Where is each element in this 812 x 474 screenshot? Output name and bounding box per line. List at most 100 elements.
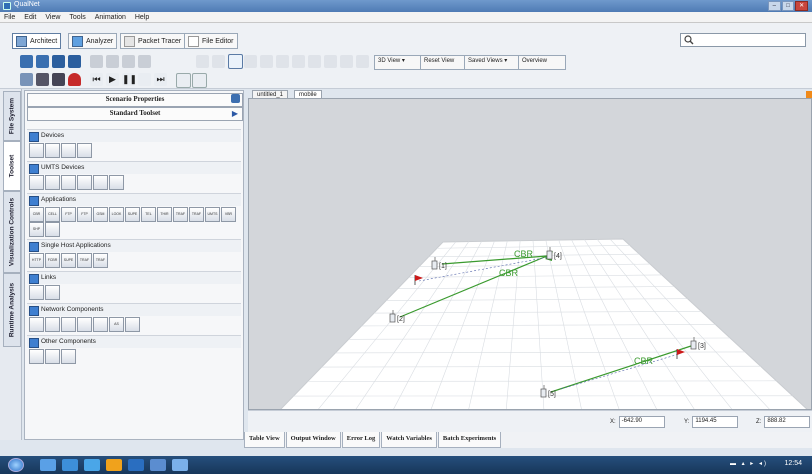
file-editor-mode-button[interactable]: File Editor bbox=[184, 33, 238, 49]
pause-icon[interactable]: ❚❚ bbox=[122, 73, 137, 86]
tool-icon[interactable] bbox=[109, 175, 124, 190]
tab-table-view[interactable]: Table View bbox=[244, 432, 285, 448]
tool-icon[interactable] bbox=[29, 175, 44, 190]
section-header[interactable]: Network Components bbox=[27, 303, 241, 316]
architect-mode-button[interactable]: Architect bbox=[12, 33, 62, 49]
tool-icon[interactable] bbox=[29, 317, 44, 332]
taskbar-firefox-icon[interactable] bbox=[106, 459, 122, 471]
tool-icon[interactable]: SUPE APP bbox=[61, 253, 76, 268]
collapse-section-icon[interactable] bbox=[29, 164, 39, 174]
tool-icon[interactable] bbox=[125, 317, 140, 332]
tool-icon[interactable] bbox=[29, 285, 44, 300]
person-icon[interactable] bbox=[68, 73, 81, 86]
collapse-section-icon[interactable] bbox=[29, 306, 39, 316]
tool-icon[interactable] bbox=[77, 143, 92, 158]
tool-icon[interactable] bbox=[29, 349, 44, 364]
y-value[interactable]: 1194.45 bbox=[692, 415, 739, 428]
collapse-icon[interactable] bbox=[231, 94, 240, 103]
menu-file[interactable]: File bbox=[4, 14, 15, 21]
taskbar-browser-icon[interactable] bbox=[84, 459, 100, 471]
scenario-properties-header[interactable]: Scenario Properties bbox=[27, 93, 243, 107]
copy-icon[interactable] bbox=[106, 55, 119, 68]
tool-icon[interactable] bbox=[77, 317, 92, 332]
device-icon[interactable] bbox=[20, 73, 33, 86]
expand-arrow-icon[interactable]: ▶ bbox=[232, 109, 238, 118]
section-header[interactable]: Applications bbox=[27, 193, 241, 206]
section-header[interactable]: Devices bbox=[27, 129, 241, 142]
tool-icon[interactable]: SUPE APP bbox=[125, 207, 140, 222]
close-icon[interactable]: ✕ bbox=[795, 1, 809, 11]
tool-icon[interactable]: TEL NET bbox=[141, 207, 156, 222]
tool-icon[interactable]: TRAF GEN bbox=[173, 207, 188, 222]
section-header[interactable]: Links bbox=[27, 271, 241, 284]
lasso-icon[interactable] bbox=[212, 55, 225, 68]
analyzer-mode-button[interactable]: Analyzer bbox=[68, 33, 118, 49]
start-icon[interactable] bbox=[8, 458, 24, 472]
tool-icon[interactable]: THIR ADD bbox=[157, 207, 172, 222]
stats-icon[interactable] bbox=[192, 73, 207, 88]
tab-batch-experiments[interactable]: Batch Experiments bbox=[437, 432, 502, 448]
tool-icon[interactable] bbox=[45, 317, 60, 332]
skip-back-icon[interactable]: ⏮ bbox=[90, 73, 103, 86]
open-icon[interactable] bbox=[36, 55, 49, 68]
cluster-icon[interactable] bbox=[36, 73, 49, 86]
menu-tools[interactable]: Tools bbox=[69, 14, 85, 21]
scenario-canvas[interactable]: CBR CBR CBR [1] [2] [3] [4] [5] bbox=[248, 98, 812, 410]
tool-icon[interactable]: CBR bbox=[29, 207, 44, 222]
tab-watch-variables[interactable]: Watch Variables bbox=[381, 432, 437, 448]
taskbar-app-icon[interactable] bbox=[128, 459, 144, 471]
tool-icon[interactable] bbox=[93, 317, 108, 332]
tool-icon[interactable] bbox=[77, 175, 92, 190]
tool-icon[interactable]: TRAF GEN bbox=[77, 253, 92, 268]
scene-3d[interactable]: CBR CBR CBR [1] [2] [3] [4] [5] bbox=[249, 99, 812, 410]
x-value[interactable]: -642.90 bbox=[618, 415, 665, 428]
tool-icon[interactable] bbox=[93, 175, 108, 190]
camera-icon[interactable] bbox=[356, 55, 369, 68]
zoom-out-icon[interactable] bbox=[276, 55, 289, 68]
section-header[interactable]: Other Components bbox=[27, 335, 241, 348]
tool-icon[interactable]: LOOK UP bbox=[109, 207, 124, 222]
taskbar-explorer-icon[interactable] bbox=[40, 459, 56, 471]
search-input[interactable] bbox=[680, 33, 806, 47]
tool-icon[interactable]: TRAF TRC bbox=[93, 253, 108, 268]
zoom-region-icon[interactable] bbox=[292, 55, 305, 68]
tool-icon[interactable]: TRAF TRC bbox=[189, 207, 204, 222]
paste-icon[interactable] bbox=[122, 55, 135, 68]
3d-view-dropdown[interactable]: 3D View ▾ bbox=[374, 55, 424, 70]
tool-icon[interactable]: SHP bbox=[29, 222, 44, 237]
tool-icon[interactable] bbox=[45, 285, 60, 300]
rotate-icon[interactable] bbox=[244, 55, 257, 68]
tab-error-log[interactable]: Error Log bbox=[341, 432, 381, 448]
zoom-in-icon[interactable] bbox=[260, 55, 273, 68]
standard-toolset-header[interactable]: Standard Toolset bbox=[27, 107, 243, 121]
tool-icon[interactable]: AS bbox=[109, 317, 124, 332]
factory-icon[interactable] bbox=[52, 73, 65, 86]
taskbar-qualnet-icon[interactable] bbox=[172, 459, 188, 471]
tab-output-window[interactable]: Output Window bbox=[285, 432, 341, 448]
tool-icon[interactable] bbox=[29, 143, 44, 158]
tool-icon[interactable] bbox=[61, 317, 76, 332]
menu-view[interactable]: View bbox=[45, 14, 60, 21]
tool-icon[interactable] bbox=[45, 349, 60, 364]
tool-icon[interactable] bbox=[45, 143, 60, 158]
menu-help[interactable]: Help bbox=[135, 14, 149, 21]
cut-icon[interactable] bbox=[90, 55, 103, 68]
collapse-section-icon[interactable] bbox=[29, 132, 39, 142]
satellite-icon[interactable] bbox=[308, 55, 321, 68]
select-pointer-icon[interactable] bbox=[196, 55, 209, 68]
collapse-section-icon[interactable] bbox=[29, 196, 39, 206]
section-header[interactable]: Single Host Applications bbox=[27, 239, 241, 252]
grid-icon[interactable] bbox=[340, 55, 353, 68]
skip-forward-icon[interactable]: ⏭ bbox=[154, 73, 167, 86]
tool-icon[interactable]: FCBR bbox=[45, 253, 60, 268]
tab-toolset[interactable]: Toolset bbox=[3, 141, 21, 191]
menu-animation[interactable]: Animation bbox=[95, 14, 126, 21]
save-all-icon[interactable] bbox=[68, 55, 81, 68]
tool-icon[interactable]: CELL ULAR bbox=[45, 207, 60, 222]
maximize-icon[interactable]: □ bbox=[781, 1, 795, 11]
tab-file-system[interactable]: File System bbox=[3, 91, 21, 141]
play-icon[interactable]: ▶ bbox=[106, 73, 119, 86]
minimize-icon[interactable]: – bbox=[768, 1, 781, 11]
save-icon[interactable] bbox=[52, 55, 65, 68]
collapse-section-icon[interactable] bbox=[29, 242, 39, 252]
